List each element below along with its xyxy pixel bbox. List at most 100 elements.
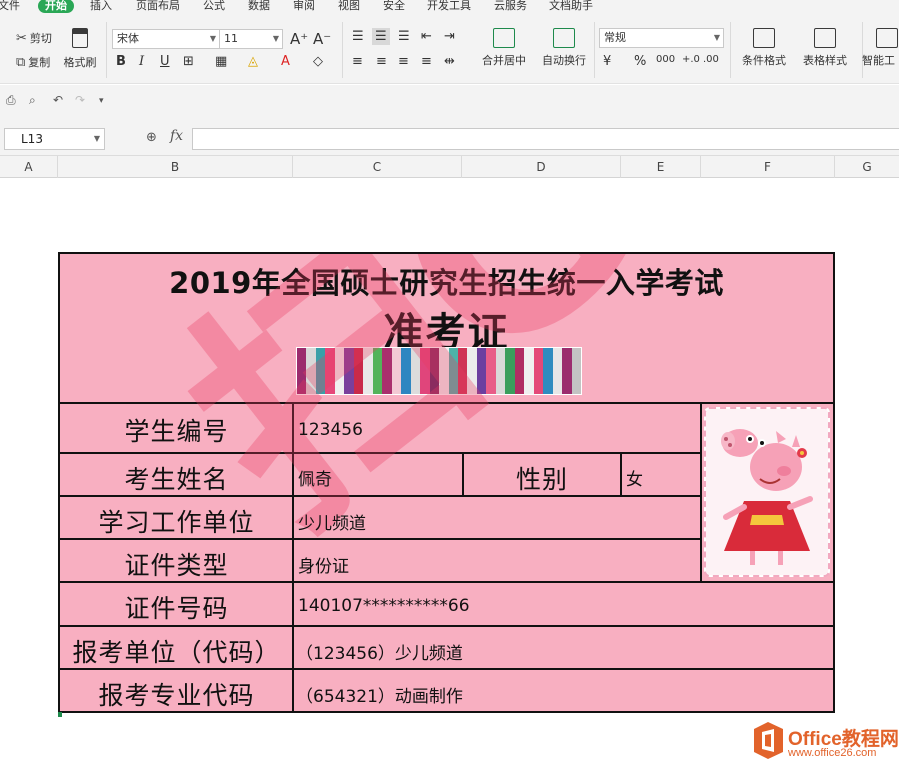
menu-view[interactable]: 视图 (338, 0, 360, 13)
cut-button[interactable]: ✂ 剪切 (16, 30, 52, 46)
column-header-c[interactable]: C (293, 156, 462, 178)
font-name-select[interactable]: 宋体 ▼ (112, 29, 220, 49)
print-icon[interactable]: ⎙ (6, 93, 16, 108)
label-apply-unit: 报考单位（代码） (72, 638, 281, 667)
print-preview-icon[interactable]: ⌕ (29, 93, 36, 108)
italic-button[interactable]: I (139, 54, 144, 69)
column-header-g[interactable]: G (835, 156, 899, 178)
value-candidate-name[interactable]: 佩奇 (298, 465, 332, 490)
function-button[interactable]: fx (170, 128, 183, 144)
column-header-e[interactable]: E (621, 156, 701, 178)
currency-button[interactable]: ¥ (603, 54, 611, 69)
column-header-f[interactable]: F (701, 156, 835, 178)
grid-line (700, 402, 702, 581)
font-shrink-button[interactable]: A⁻ (313, 30, 331, 48)
font-grow-button[interactable]: A⁺ (290, 30, 308, 48)
menu-home[interactable]: 开始 (38, 0, 74, 13)
font-size-select[interactable]: 11 ▼ (219, 29, 283, 49)
thousands-button[interactable]: 000 (656, 54, 675, 65)
menu-insert[interactable]: 插入 (90, 0, 112, 13)
value-work-unit[interactable]: 少儿频道 (298, 509, 366, 534)
merge-center-button[interactable]: 合并居中 (474, 28, 534, 68)
menu-cloud[interactable]: 云服务 (494, 0, 527, 13)
admission-ticket: 2019年全国硕士研究生招生统一入学考试 准考证 扫GO 学生编号 123456… (58, 252, 835, 713)
label-id-type: 证件类型 (124, 551, 229, 580)
name-box[interactable]: L13 ▼ (4, 128, 105, 150)
align-bottom-icon[interactable]: ☰ (398, 29, 410, 44)
align-top-icon[interactable]: ☰ (352, 29, 364, 44)
candidate-photo[interactable] (704, 407, 830, 577)
increase-decimal-button[interactable]: +.0 (682, 54, 700, 65)
divider (594, 22, 595, 78)
redo-icon[interactable]: ↷ (75, 93, 85, 107)
column-header-d[interactable]: D (462, 156, 621, 178)
format-painter-button[interactable]: 格式刷 (50, 28, 110, 70)
barcode-stripe (476, 348, 487, 394)
menu-doc-assistant[interactable]: 文档助手 (549, 0, 593, 13)
column-headers: A B C D E F G (0, 156, 899, 178)
value-id-number[interactable]: 140107**********66 (298, 596, 470, 616)
number-format-select[interactable]: 常规 ▼ (599, 28, 724, 48)
zoom-icon[interactable]: ⊕ (146, 130, 157, 145)
align-center-icon[interactable]: ≡ (376, 54, 387, 69)
value-gender[interactable]: 女 (626, 465, 643, 490)
barcode-stripe (495, 348, 506, 394)
column-header-a[interactable]: A (0, 156, 58, 178)
smart-tool-button[interactable]: 智能工 (862, 28, 899, 68)
value-major-code[interactable]: （654321）动画制作 (296, 682, 463, 707)
menu-page-layout[interactable]: 页面布局 (136, 0, 180, 13)
wrap-text-button[interactable]: 自动换行 (534, 28, 594, 68)
table-style-button[interactable]: 表格样式 (795, 28, 855, 68)
border-icon[interactable]: ⊞ (183, 54, 194, 69)
percent-button[interactable]: % (634, 54, 646, 69)
value-id-type[interactable]: 身份证 (298, 552, 349, 577)
ticket-title: 2019年全国硕士研究生招生统一入学考试 (169, 266, 724, 300)
menu-developer[interactable]: 开发工具 (427, 0, 471, 13)
barcode-stripe (571, 348, 582, 394)
undo-icon[interactable]: ↶ (53, 93, 63, 107)
barcode-stripe (486, 348, 496, 394)
chevron-down-icon: ▼ (713, 33, 720, 42)
value-student-id[interactable]: 123456 (298, 420, 363, 440)
label-gender: 性别 (515, 465, 568, 494)
conditional-format-button[interactable]: 条件格式 (734, 28, 794, 68)
customize-icon[interactable]: ▾ (99, 96, 104, 106)
font-color-icon[interactable]: A (281, 54, 290, 69)
label-id-number: 证件号码 (124, 594, 229, 623)
fill-color-icon[interactable]: ◬ (248, 54, 258, 69)
menu-review[interactable]: 审阅 (293, 0, 315, 13)
align-middle-icon[interactable]: ☰ (372, 28, 390, 45)
formula-input[interactable] (192, 128, 899, 150)
align-right-icon[interactable]: ≡ (398, 54, 409, 69)
selection-handle[interactable] (58, 712, 62, 717)
underline-button[interactable]: U (160, 54, 170, 69)
menu-formulas[interactable]: 公式 (203, 0, 225, 13)
menu-file[interactable]: 文件 (0, 0, 20, 13)
barcode-stripe (467, 348, 477, 394)
value-apply-unit[interactable]: （123456）少儿频道 (296, 639, 463, 664)
grid-line (60, 452, 702, 454)
indent-increase-icon[interactable]: ⇥ (444, 29, 455, 44)
align-left-icon[interactable]: ≡ (352, 54, 363, 69)
menu-security[interactable]: 安全 (383, 0, 405, 13)
brush-icon (72, 28, 88, 48)
copy-button[interactable]: ⧉ 复制 (16, 54, 50, 70)
column-header-b[interactable]: B (58, 156, 293, 178)
barcode-stripe (401, 348, 411, 394)
indent-decrease-icon[interactable]: ⇤ (421, 29, 432, 44)
menu-data[interactable]: 数据 (248, 0, 270, 13)
bold-button[interactable]: B (116, 54, 126, 69)
barcode-stripe (382, 348, 392, 394)
eraser-icon[interactable]: ◇ (313, 54, 323, 69)
conditional-format-icon (753, 28, 775, 48)
decrease-decimal-button[interactable]: .00 (703, 54, 719, 65)
ribbon-menu-bar: 文件 开始 插入 页面布局 公式 数据 审阅 视图 安全 开发工具 云服务 文档… (0, 0, 899, 14)
barcode-stripe (514, 348, 525, 394)
label-candidate-name: 考生姓名 (124, 465, 229, 494)
justify-icon[interactable]: ≡ (421, 54, 432, 69)
barcode-stripe (334, 348, 345, 394)
fill-pattern-icon[interactable]: ▦ (215, 54, 227, 69)
distribute-icon[interactable]: ⇹ (444, 54, 455, 69)
label-major-code: 报考专业代码 (98, 681, 255, 710)
ribbon-toolbar: ✂ 剪切 ⧉ 复制 格式刷 宋体 ▼ 11 ▼ A⁺ A⁻ B I U ⊞ ▦ … (0, 14, 899, 84)
